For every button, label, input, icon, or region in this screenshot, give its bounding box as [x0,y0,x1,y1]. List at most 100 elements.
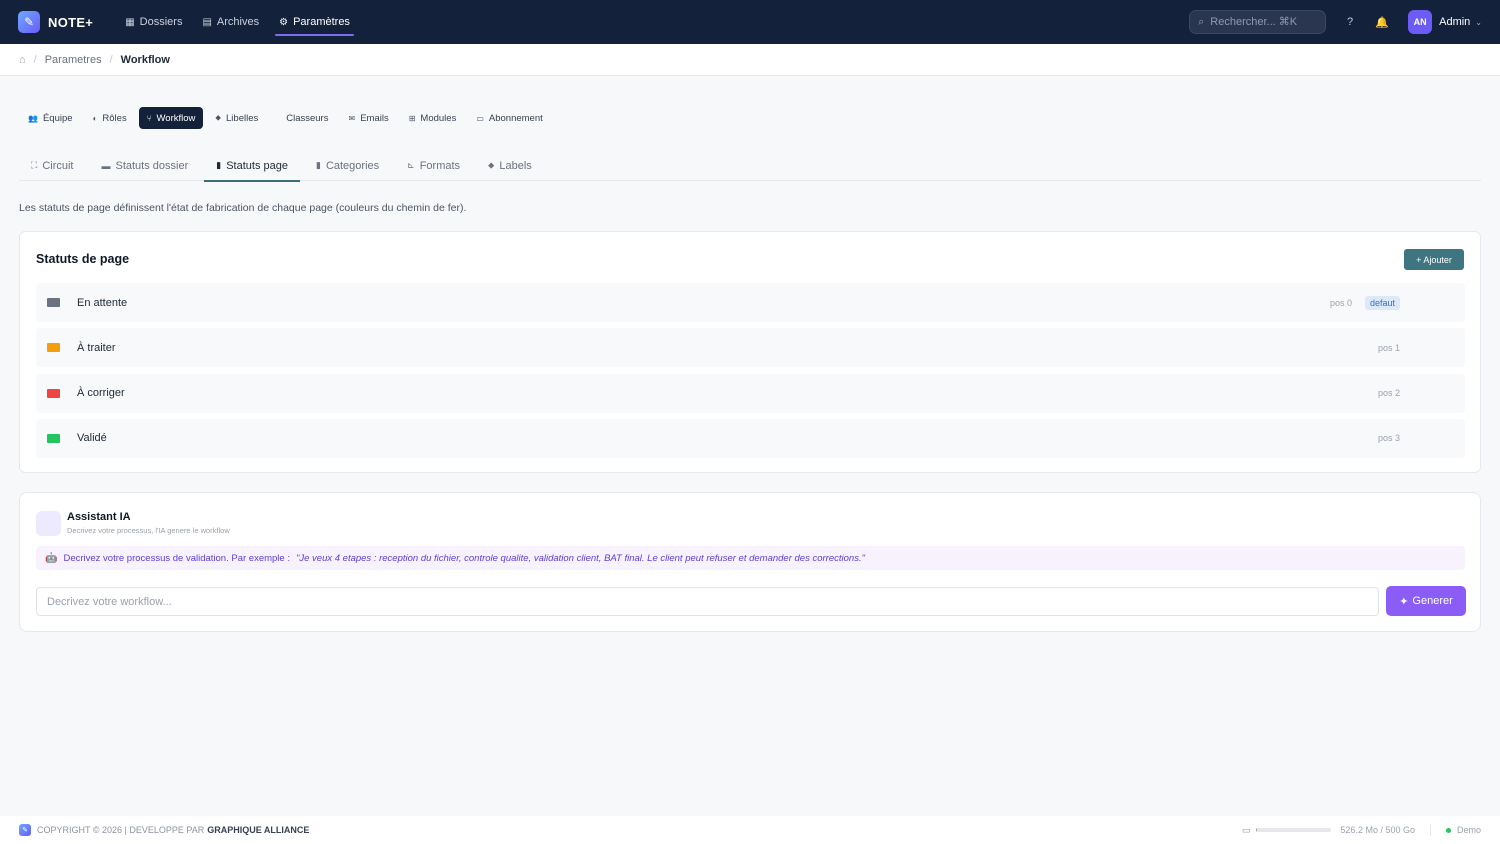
status-row[interactable]: À corriger pos 2 [36,373,1465,413]
tab-circuit[interactable]: ⛶ Circuit [19,150,85,181]
status-name: Validé [77,432,107,445]
nav-dossiers-label: Dossiers [139,16,183,28]
status-list: En attente pos 0 defaut À traiter pos 1 … [36,283,1465,464]
settings-tab-emails[interactable]: ✉ Emails [340,107,396,129]
tab-label: Circuit [42,159,74,172]
storage-usage: 526.2 Mo / 500 Go [1340,825,1415,835]
color-swatch [47,433,60,443]
status-name: À corriger [77,387,125,400]
page-statuses-card: Statuts de page + Ajouter En attente pos… [19,231,1481,473]
hard-drive-icon: ▭ [1241,824,1251,835]
ai-hint-example: "Je veux 4 etapes : reception du fichier… [295,552,865,564]
generate-button[interactable]: ✦ Generer [1386,586,1466,616]
status-row[interactable]: À traiter pos 1 [36,328,1465,368]
envelope-icon: ✉ [348,113,356,123]
default-badge: defaut [1364,295,1400,310]
page-description: Les statuts de page définissent l'état d… [19,202,467,214]
settings-tab-roles[interactable]: ◐ Rôles [85,107,135,129]
color-swatch [47,343,60,353]
settings-tab-label: Workflow [156,112,196,124]
magic-wand-icon: ✦ [1399,595,1409,608]
search-box[interactable]: ⌕ [1189,10,1327,34]
env-status-dot [1445,827,1451,833]
tab-formats[interactable]: ⊾ Formats [395,150,472,181]
ai-hint-box: 🤖 Decrivez votre processus de validation… [36,546,1465,570]
folder-icon: ▬ [101,160,111,171]
settings-tabs: 👥 Équipe ◐ Rôles ⑂ Workflow ⬥ Libelles C… [20,107,551,129]
user-menu[interactable]: Admin ⌄ [1439,16,1482,28]
workflow-icon: ⑂ [146,113,152,123]
tab-label: Labels [499,159,532,172]
file-icon: ▮ [216,160,222,170]
search-icon: ⌕ [1198,15,1205,28]
ai-assistant-icon [36,511,61,536]
nav-dossiers[interactable]: ▦ Dossiers [115,0,192,44]
settings-tab-label: Libelles [226,112,259,124]
main-nav: ▦ Dossiers ▤ Archives ⚙ Paramètres [115,0,360,44]
add-status-button[interactable]: + Ajouter [1404,249,1464,270]
tab-statuts-dossier[interactable]: ▬ Statuts dossier [89,150,200,181]
settings-tab-label: Équipe [42,112,73,124]
status-position: pos 2 [1377,388,1400,399]
tab-label: Formats [419,159,461,172]
settings-tab-label: Rôles [102,112,127,124]
ruler-icon: ⊾ [407,160,415,170]
tab-statuts-page[interactable]: ▮ Statuts page [204,150,300,182]
breadcrumb-parent[interactable]: Parametres [45,54,102,66]
storage-bar-fill [1256,828,1258,832]
status-position: pos 1 [1377,342,1400,353]
footer-company: GRAPHIQUE ALLIANCE [207,825,310,835]
settings-tab-label: Abonnement [488,112,543,124]
settings-tab-classeurs[interactable]: Classeurs [278,107,336,129]
status-name: En attente [77,296,128,309]
help-icon[interactable]: ? [1342,14,1358,30]
tab-categories[interactable]: ▮ Categories [304,150,391,181]
settings-tab-abonnement[interactable]: ▭ Abonnement [468,107,550,129]
settings-tab-workflow[interactable]: ⑂ Workflow [138,107,204,129]
settings-tab-modules[interactable]: ⊞ Modules [401,107,465,129]
status-row[interactable]: En attente pos 0 defaut [36,283,1465,322]
color-swatch [47,388,60,398]
avatar[interactable]: AN [1408,10,1433,34]
grid-icon: ▦ [125,16,135,28]
workflow-description-input[interactable] [36,587,1379,616]
storage-bar [1256,828,1332,832]
workflow-subtabs: ⛶ Circuit ▬ Statuts dossier ▮ Statuts pa… [19,150,1481,182]
nav-archives[interactable]: ▤ Archives [192,0,269,44]
status-row[interactable]: Validé pos 3 [36,418,1465,458]
top-navbar: ✎ NOTE+ ▦ Dossiers ▤ Archives ⚙ Paramètr… [0,0,1500,44]
app-logo-icon[interactable]: ✎ [18,11,40,33]
bell-icon[interactable]: 🔔 [1374,14,1390,30]
tag-icon: ⬥ [488,160,495,170]
ai-assistant-subtitle: Decrivez votre processus, l'IA genere le… [67,526,230,535]
search-input[interactable] [1210,16,1311,28]
settings-tab-label: Classeurs [286,112,329,124]
home-icon[interactable]: ⌂ [19,54,26,66]
ai-assistant-title: Assistant IA [67,511,131,523]
credit-card-icon: ▭ [476,113,484,123]
settings-tab-libelles[interactable]: ⬥ Libelles [207,107,266,129]
team-icon: 👥 [28,113,38,123]
tab-labels[interactable]: ⬥ Labels [476,150,544,181]
archive-icon: ▤ [202,16,212,28]
nav-parametres[interactable]: ⚙ Paramètres [269,0,360,44]
tab-label: Statuts page [226,159,288,172]
tab-label: Statuts dossier [115,159,189,172]
breadcrumb-current: Workflow [120,53,170,66]
tab-label: Categories [325,159,380,172]
gear-icon: ⚙ [279,16,289,28]
footer-divider [1429,824,1431,836]
breadcrumb-separator: / [33,53,37,66]
color-swatch [47,298,60,307]
card-title: Statuts de page [36,252,130,266]
generate-label: Generer [1412,595,1453,607]
puzzle-icon: ⊞ [408,113,416,123]
nav-archives-label: Archives [216,16,260,28]
chevron-down-icon: ⌄ [1475,17,1482,27]
footer-logo-icon: ✎ [19,824,31,836]
settings-tab-equipe[interactable]: 👥 Équipe [20,107,81,129]
settings-tab-label: Emails [360,112,389,124]
breadcrumb: ⌂ / Parametres / Workflow [0,44,1500,76]
status-name: À traiter [77,341,116,354]
app-name[interactable]: NOTE+ [48,15,93,30]
